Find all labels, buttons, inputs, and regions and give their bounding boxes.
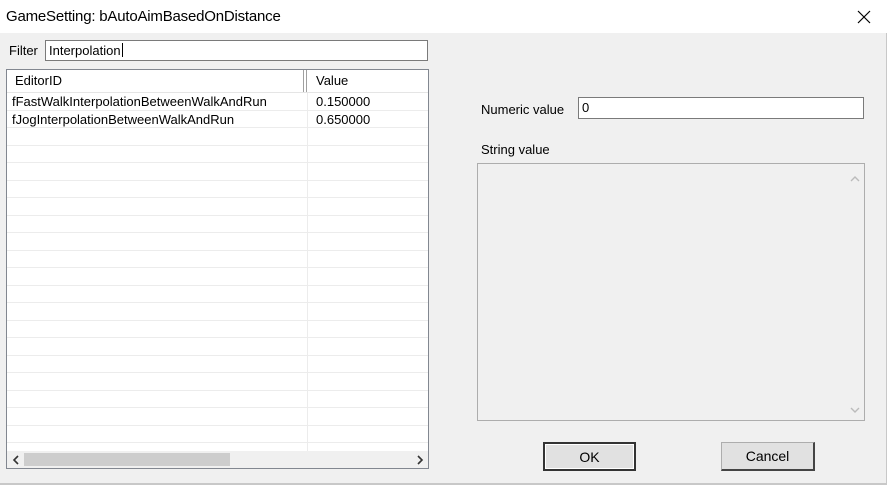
table-row (7, 181, 428, 198)
chevron-up-icon (850, 175, 859, 181)
table-row (7, 216, 428, 233)
game-settings-list[interactable]: EditorID Value fFastWalkInterpolationBet… (6, 69, 429, 469)
scrollbar-thumb[interactable] (24, 453, 230, 466)
table-row (7, 321, 428, 338)
table-row (7, 426, 428, 443)
title-bar: GameSetting: bAutoAimBasedOnDistance (0, 0, 887, 33)
string-value-textarea[interactable] (477, 163, 865, 421)
table-row (7, 303, 428, 321)
close-button[interactable] (841, 0, 887, 33)
scroll-right-button[interactable] (411, 451, 428, 468)
filter-label: Filter (9, 43, 38, 58)
scroll-up-button[interactable] (846, 170, 863, 187)
table-row (7, 408, 428, 426)
column-header-value[interactable]: Value (308, 70, 428, 92)
table-row[interactable]: fJogInterpolationBetweenWalkAndRun 0.6500… (7, 111, 428, 128)
column-resize-handle[interactable] (303, 70, 307, 92)
cancel-button[interactable]: Cancel (721, 442, 815, 471)
text-caret (121, 43, 123, 57)
chevron-left-icon (12, 454, 19, 465)
filter-input-value: Interpolation (49, 43, 121, 58)
table-row (7, 146, 428, 163)
column-header-editorid[interactable]: EditorID (7, 70, 303, 92)
table-row (7, 268, 428, 286)
list-header: EditorID Value (7, 70, 428, 93)
table-row (7, 373, 428, 391)
ok-button[interactable]: OK (543, 442, 636, 471)
table-row (7, 286, 428, 303)
table-row (7, 163, 428, 181)
close-icon (857, 10, 871, 23)
table-row (7, 128, 428, 146)
window-title: GameSetting: bAutoAimBasedOnDistance (6, 8, 281, 25)
table-row (7, 356, 428, 373)
table-row (7, 391, 428, 408)
cell-value: 0.150000 (316, 94, 371, 109)
table-row (7, 198, 428, 216)
filter-input[interactable]: Interpolation (45, 40, 428, 61)
table-row (7, 233, 428, 251)
table-row (7, 251, 428, 268)
horizontal-scrollbar[interactable] (7, 451, 428, 468)
cell-editorid: fJogInterpolationBetweenWalkAndRun (12, 111, 235, 127)
scroll-down-button[interactable] (846, 401, 863, 418)
table-row[interactable]: fFastWalkInterpolationBetweenWalkAndRun 0… (7, 93, 428, 111)
numeric-value-input[interactable]: 0 (578, 97, 864, 119)
cell-editorid: fFastWalkInterpolationBetweenWalkAndRun (12, 94, 267, 109)
numeric-value-label: Numeric value (481, 102, 565, 117)
string-value-label: String value (481, 142, 550, 157)
chevron-right-icon (416, 454, 423, 465)
chevron-down-icon (850, 407, 859, 413)
table-row (7, 338, 428, 356)
cell-value: 0.650000 (316, 111, 371, 127)
scroll-left-button[interactable] (7, 451, 24, 468)
